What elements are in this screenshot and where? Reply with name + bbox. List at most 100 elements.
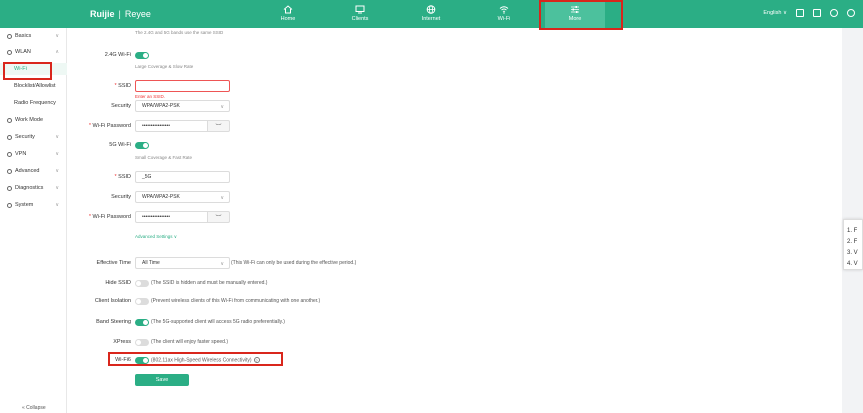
effective-time-label: Effective Time xyxy=(96,260,131,266)
security5-value: WPA/WPA2-PSK xyxy=(142,194,180,200)
chevron-down-icon: ∨ xyxy=(220,195,224,201)
effective-time-select[interactable]: All Time ∨ xyxy=(135,257,230,269)
nav-internet-label: Internet xyxy=(421,16,441,22)
upload-icon[interactable] xyxy=(830,9,838,17)
xpress-toggle[interactable] xyxy=(135,339,149,346)
sidebar-item-label: Diagnostics xyxy=(15,185,44,191)
xpress-label: XPress xyxy=(113,339,131,345)
language-selector[interactable]: English ∨ xyxy=(763,10,787,16)
hide-ssid-toggle[interactable] xyxy=(135,280,149,287)
help-icon[interactable]: ? xyxy=(253,357,260,363)
side-popup: 1. F 2. F 3. V 4. V xyxy=(843,219,863,270)
hide-ssid-label: Hide SSID xyxy=(105,280,131,286)
diagnostics-icon xyxy=(7,185,12,191)
wifi5-toggle[interactable] xyxy=(135,142,149,149)
client-isolation-label: Client Isolation xyxy=(94,298,131,304)
wifi24-hint: Large Coverage & Slow Rate xyxy=(135,64,194,69)
logout-icon[interactable] xyxy=(847,9,855,17)
pwd24-label-text: Wi-Fi Password xyxy=(92,123,131,129)
sidebar-item-wifi[interactable]: Wi-Fi xyxy=(0,63,67,75)
work-mode-icon xyxy=(7,117,12,123)
chevron-down-icon: ∨ xyxy=(55,202,59,208)
client-isolation-toggle[interactable] xyxy=(135,298,149,305)
ssid24-label-text: SSID xyxy=(118,83,131,89)
collapse-button[interactable]: « Collapse xyxy=(22,405,46,411)
band-steering-toggle[interactable] xyxy=(135,319,149,326)
nav-more[interactable]: More xyxy=(545,0,605,28)
band-steering-label: Band Steering xyxy=(96,319,131,325)
top-right-tools: English ∨ xyxy=(763,9,855,17)
wifi24-label: 2.4G Wi-Fi xyxy=(104,52,131,58)
sidebar-item-security[interactable]: Security ∨ xyxy=(0,131,67,143)
ssid24-label: * SSID xyxy=(114,83,131,89)
wifi24-toggle[interactable] xyxy=(135,52,149,59)
pwd5-visibility-toggle[interactable]: ︶ xyxy=(208,211,230,223)
chevron-down-icon: ∨ xyxy=(55,168,59,174)
sidebar-item-vpn[interactable]: VPN ∨ xyxy=(0,148,67,160)
pwd5-value: •••••••••••••••• xyxy=(142,214,171,220)
xpress-note: (The client will enjoy faster speed.) xyxy=(151,339,228,345)
wlan-icon xyxy=(7,49,12,55)
ssid24-error: Enter an SSID. xyxy=(135,94,166,99)
pwd24-visibility-toggle[interactable]: ︶ xyxy=(208,120,230,132)
pwd24-value: •••••••••••••••• xyxy=(142,123,171,129)
sidebar-item-radio-frequency[interactable]: Radio Frequency xyxy=(0,97,67,109)
chevron-down-icon: ∨ xyxy=(55,185,59,191)
globe-icon xyxy=(426,5,436,14)
hide-ssid-note: (The SSID is hidden and must be manually… xyxy=(151,280,268,286)
chevron-down-icon: ∨ xyxy=(55,134,59,140)
top-navigation-bar: Ruijie | Reyee Home Clients Internet Wi-… xyxy=(0,0,863,28)
nav-home[interactable]: Home xyxy=(258,0,318,28)
nav-wifi[interactable]: Wi-Fi xyxy=(474,0,534,28)
sidebar-item-work-mode[interactable]: Work Mode xyxy=(0,114,67,126)
network-icon[interactable] xyxy=(813,9,821,17)
logo-ruijie: Ruijie xyxy=(90,9,115,19)
sidebar-item-diagnostics[interactable]: Diagnostics ∨ xyxy=(0,182,67,194)
sidebar-item-label: System xyxy=(15,202,34,208)
pwd5-input[interactable]: •••••••••••••••• xyxy=(135,211,208,223)
chevron-down-icon: ∨ xyxy=(55,33,59,39)
sidebar-item-label: Basics xyxy=(15,33,32,39)
shield-icon xyxy=(7,134,12,140)
wifi6-toggle[interactable] xyxy=(135,357,149,364)
sidebar-item-label: Security xyxy=(15,134,35,140)
effective-time-note: (This Wi-Fi can only be used during the … xyxy=(231,260,357,266)
security5-label: Security xyxy=(111,194,131,200)
ssid5-input[interactable]: _5G xyxy=(135,171,230,183)
sidebar-item-blocklist-allowlist[interactable]: Blocklist/Allowlist xyxy=(0,80,67,92)
advanced-settings-link[interactable]: Advanced Settings ∨ xyxy=(135,234,177,240)
sidebar-item-label: Work Mode xyxy=(15,117,44,123)
popup-line: 3. V xyxy=(847,250,858,256)
sidebar-item-system[interactable]: System ∨ xyxy=(0,199,67,211)
wifi-icon xyxy=(499,6,509,14)
security24-select[interactable]: WPA/WPA2-PSK ∨ xyxy=(135,100,230,112)
sidebar-item-label: WLAN xyxy=(15,49,31,55)
advanced-icon xyxy=(7,168,12,174)
pwd5-label: * Wi-Fi Password xyxy=(88,214,131,220)
nav-home-label: Home xyxy=(280,16,296,22)
sidebar-item-wlan[interactable]: WLAN ∧ xyxy=(0,46,67,58)
ssid24-input[interactable] xyxy=(135,80,230,92)
ssid5-value: _5G xyxy=(142,174,152,180)
sidebar-item-advanced[interactable]: Advanced ∨ xyxy=(0,165,67,177)
pwd24-input[interactable]: •••••••••••••••• xyxy=(135,120,208,132)
sidebar-item-label: Wi-Fi xyxy=(14,66,27,72)
popup-line: 2. F xyxy=(847,239,858,245)
security24-label: Security xyxy=(111,103,131,109)
nav-clients[interactable]: Clients xyxy=(330,0,390,28)
basics-icon xyxy=(7,33,12,39)
wifi6-note: (802.11ax High-Speed Wireless Connectivi… xyxy=(151,357,260,363)
qrcode-icon[interactable] xyxy=(796,9,804,17)
logo-reyee: Reyee xyxy=(124,9,151,19)
system-icon xyxy=(7,202,12,208)
sidebar-item-label: Blocklist/Allowlist xyxy=(14,83,56,89)
sidebar-item-basics[interactable]: Basics ∨ xyxy=(0,30,67,42)
nav-internet[interactable]: Internet xyxy=(401,0,461,28)
nav-more-label: More xyxy=(568,16,582,22)
wifi5-hint: Small Coverage & Fast Rate xyxy=(135,155,193,160)
eye-icon: ︶ xyxy=(215,215,222,222)
security5-select[interactable]: WPA/WPA2-PSK ∨ xyxy=(135,191,230,203)
nav-wifi-label: Wi-Fi xyxy=(497,16,511,22)
save-button[interactable]: Save xyxy=(135,374,189,386)
sidebar-item-label: Radio Frequency xyxy=(14,100,56,106)
